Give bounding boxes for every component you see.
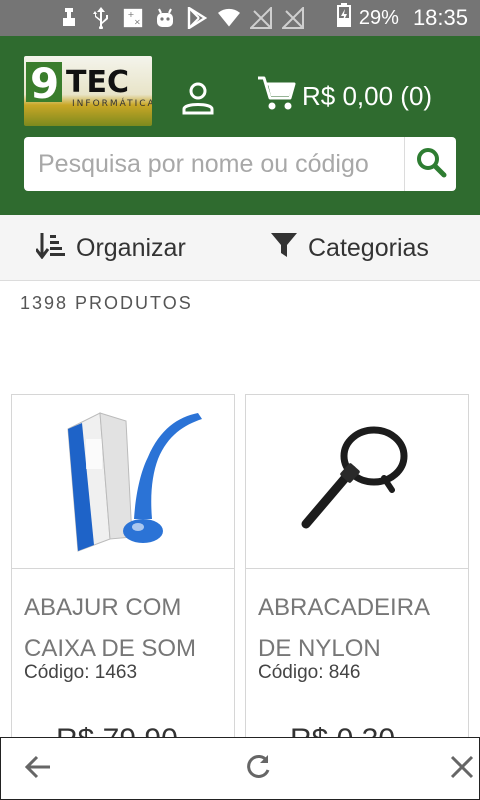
search-bar (24, 137, 456, 191)
product-code: Código: 846 (258, 662, 361, 683)
reload-button[interactable] (241, 752, 275, 786)
logo-subtitle: INFORMÁTICA (72, 97, 152, 109)
store-logo[interactable]: 9 TEC INFORMÁTICA (24, 56, 152, 126)
sort-label: Organizar (76, 233, 186, 262)
usb-icon (90, 7, 112, 29)
clock: 18:35 (412, 5, 468, 30)
close-icon (450, 755, 474, 784)
search-input[interactable] (24, 137, 404, 191)
svg-text:×: × (134, 16, 141, 26)
filter-icon (270, 231, 298, 266)
back-button[interactable] (21, 752, 55, 786)
wifi-icon (218, 7, 240, 29)
android-icon (154, 7, 176, 29)
user-icon (180, 82, 216, 120)
product-count: 1398 PRODUTOS (20, 293, 193, 313)
battery-icon (336, 3, 351, 33)
sort-button[interactable]: Organizar (34, 215, 186, 281)
usb-debug-icon (58, 7, 80, 29)
product-image[interactable] (12, 395, 234, 569)
search-button[interactable] (404, 137, 456, 191)
no-signal-icon (250, 7, 272, 29)
back-arrow-icon (24, 755, 52, 784)
store-header: 9 TEC INFORMÁTICA R$ 0,00 (0) (0, 36, 480, 215)
search-icon (415, 146, 447, 183)
product-code: Código: 1463 (24, 662, 138, 683)
sim-card-icon: + × (122, 7, 144, 29)
reload-icon (244, 753, 272, 786)
play-store-icon (186, 7, 208, 29)
product-card[interactable]: ABAJUR COM CAIXA DE SOM Código: 1463 R$ … (11, 394, 235, 794)
product-image[interactable] (246, 395, 468, 569)
no-signal-icon (282, 7, 304, 29)
product-name[interactable]: ABAJUR COM CAIXA DE SOM (24, 587, 234, 669)
close-button[interactable] (445, 752, 479, 786)
browser-nav-bar (0, 737, 480, 800)
user-account-button[interactable] (180, 80, 216, 116)
product-name[interactable]: ABRACADEIRA DE NYLON (258, 587, 468, 669)
logo-title: TEC (66, 65, 129, 100)
logo-numeral: 9 (30, 59, 59, 108)
battery-percent: 29% (358, 6, 399, 29)
cart-button[interactable]: R$ 0,00 (0) (256, 76, 432, 116)
cart-total: R$ 0,00 (0) (302, 80, 433, 111)
categories-button[interactable]: Categorias (270, 215, 429, 281)
status-bar: + × 29% 18:35 (0, 0, 480, 36)
sort-icon (34, 231, 66, 266)
cable-tie-product-image (292, 414, 422, 549)
cart-icon (256, 75, 296, 118)
lamp-speaker-product-image (38, 399, 208, 564)
product-card[interactable]: ABRACADEIRA DE NYLON Código: 846 R$ 0,30 (245, 394, 469, 794)
filter-toolbar: Organizar Categorias (0, 215, 480, 281)
categories-label: Categorias (308, 233, 429, 262)
